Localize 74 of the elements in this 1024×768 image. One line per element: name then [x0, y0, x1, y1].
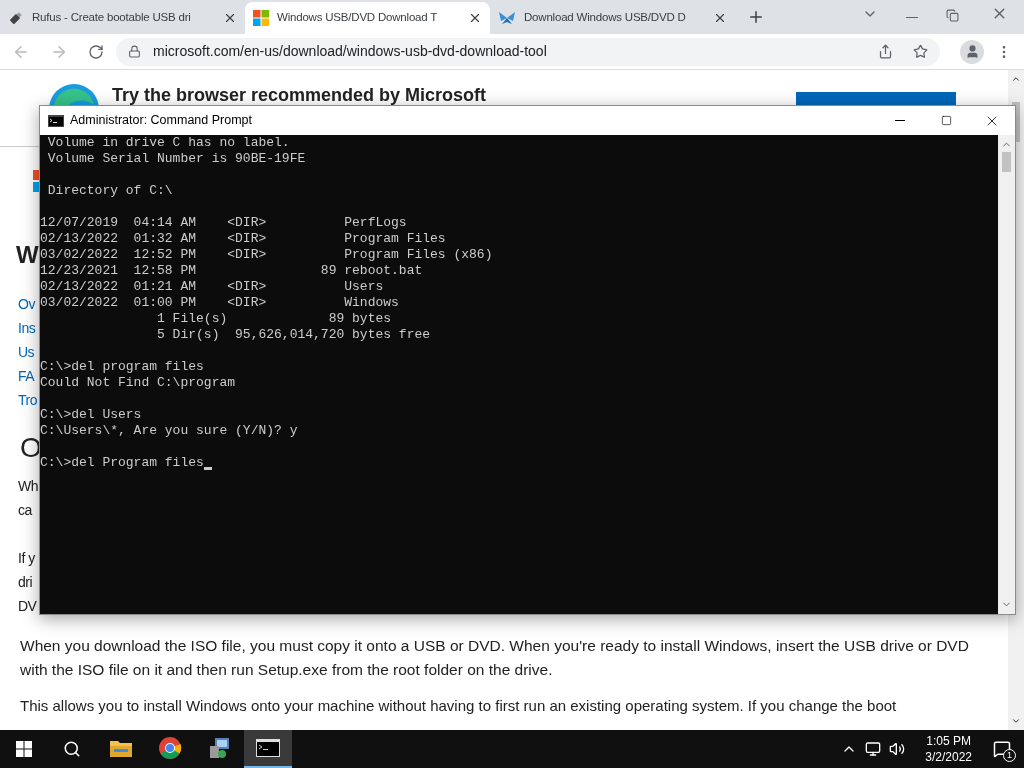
browser-tab[interactable]: Download Windows USB/DVD D — [490, 2, 735, 34]
nav-link[interactable]: Us — [18, 340, 35, 364]
close-icon[interactable] — [223, 11, 237, 25]
tab-title: Rufus - Create bootable USB dri — [32, 10, 191, 26]
text-cursor — [203, 467, 212, 470]
console-line: 02/13/2022 01:21 AM <DIR> Users — [40, 279, 384, 295]
scroll-down-icon[interactable] — [1011, 716, 1021, 726]
lock-icon — [128, 45, 141, 58]
maximize-icon — [940, 115, 952, 126]
console-line: Volume Serial Number is 90BE-19FE — [46, 151, 306, 167]
address-field[interactable]: microsoft.com/en-us/download/windows-usb-dvd-download-tool — [116, 37, 940, 66]
window-title: Administrator: Command Prompt — [70, 112, 252, 130]
nav-link[interactable]: FA — [18, 364, 35, 388]
notification-count: 1 — [1003, 749, 1016, 762]
console-line: Could Not Find C:\program — [40, 375, 236, 391]
paragraph: When you download the ISO file, you must copy it onto a USB or DVD. When you're ready to install Windows, insert the USB drive or DVD with the ISO file on it and then run Setup.exe from the root folder on the drive. — [20, 636, 970, 680]
computer-setup-icon — [207, 736, 231, 760]
taskbar-app[interactable] — [244, 730, 292, 768]
reload-icon[interactable] — [88, 43, 104, 60]
person-icon — [964, 44, 980, 59]
console-line: 1 File(s) 89 bytes — [156, 311, 392, 327]
nav-link[interactable]: Ov — [18, 292, 35, 316]
console-line: Volume in drive C has no label. — [46, 135, 290, 151]
console-line: 02/13/2022 01:32 AM <DIR> Program Files — [40, 231, 446, 247]
paragraph: This allows you to install Windows onto your machine without having to first run an existing operating system. If you change the boot — [20, 696, 897, 716]
tab-title: Windows USB/DVD Download T — [277, 10, 438, 26]
close-icon[interactable] — [468, 11, 482, 25]
banner-title: Try the browser recommended by Microsoft — [112, 86, 487, 104]
clock[interactable]: 1:05 PM 3/2/2022 — [917, 733, 980, 765]
network-icon[interactable] — [865, 741, 882, 757]
usb-drive-icon — [8, 10, 24, 26]
console-line: C:\>del Users — [40, 407, 142, 423]
nav-link[interactable]: Tro — [18, 388, 37, 412]
search-icon — [63, 740, 81, 758]
body-text: DV — [18, 597, 37, 616]
restore-icon[interactable] — [946, 9, 959, 22]
share-icon[interactable] — [878, 44, 893, 59]
body-text: If y — [18, 549, 35, 568]
url-text: microsoft.com/en-us/download/windows-usb-dvd-download-tool — [153, 42, 547, 61]
nav-link[interactable]: Ins — [18, 316, 36, 340]
tab-title: Download Windows USB/DVD D — [524, 10, 686, 26]
console-line: C:\Users\*, Are you sure (Y/N)? y — [40, 423, 298, 439]
page-heading: W — [16, 240, 39, 270]
console-scrollbar[interactable] — [998, 135, 1015, 614]
notification-icon — [993, 740, 1011, 758]
scroll-thumb[interactable] — [1002, 152, 1011, 172]
browser-tab[interactable]: Rufus - Create bootable USB dri — [0, 2, 245, 34]
browser-tab[interactable]: Windows USB/DVD Download T — [245, 2, 490, 34]
minimize-icon — [895, 120, 905, 121]
notification-button[interactable]: 1 — [980, 730, 1024, 768]
console-line: 03/02/2022 01:00 PM <DIR> Windows — [40, 295, 399, 311]
command-prompt-icon — [48, 114, 64, 127]
console-line: Directory of C:\ — [46, 183, 173, 199]
close-icon[interactable] — [713, 11, 727, 25]
console-line: 12/23/2021 12:58 PM 89 reboot.bat — [40, 263, 423, 279]
profile-avatar[interactable] — [960, 39, 984, 64]
chrome-icon — [158, 736, 182, 760]
command-prompt-icon — [256, 739, 280, 757]
bookmark-star-icon[interactable] — [913, 44, 928, 59]
new-tab-icon[interactable] — [747, 8, 765, 26]
scroll-up-icon[interactable] — [1011, 74, 1021, 84]
console-line: C:\>del Program files — [40, 455, 204, 471]
folder-icon — [109, 738, 133, 758]
body-text: Wh — [18, 477, 38, 496]
console-line: 03/02/2022 12:52 PM <DIR> Program Files (x86) — [40, 247, 493, 263]
console-line: 5 Dir(s) 95,626,014,720 bytes free — [156, 327, 431, 343]
windows-logo-icon — [253, 10, 269, 26]
console-line: 12/07/2019 04:14 AM <DIR> PerfLogs — [40, 215, 407, 231]
body-text: ca — [18, 501, 32, 520]
butterfly-icon — [498, 10, 516, 26]
console-line: C:\>del program files — [40, 359, 204, 375]
windows-logo-icon — [16, 741, 32, 757]
volume-icon[interactable] — [889, 741, 906, 757]
body-text: dri — [18, 573, 33, 592]
